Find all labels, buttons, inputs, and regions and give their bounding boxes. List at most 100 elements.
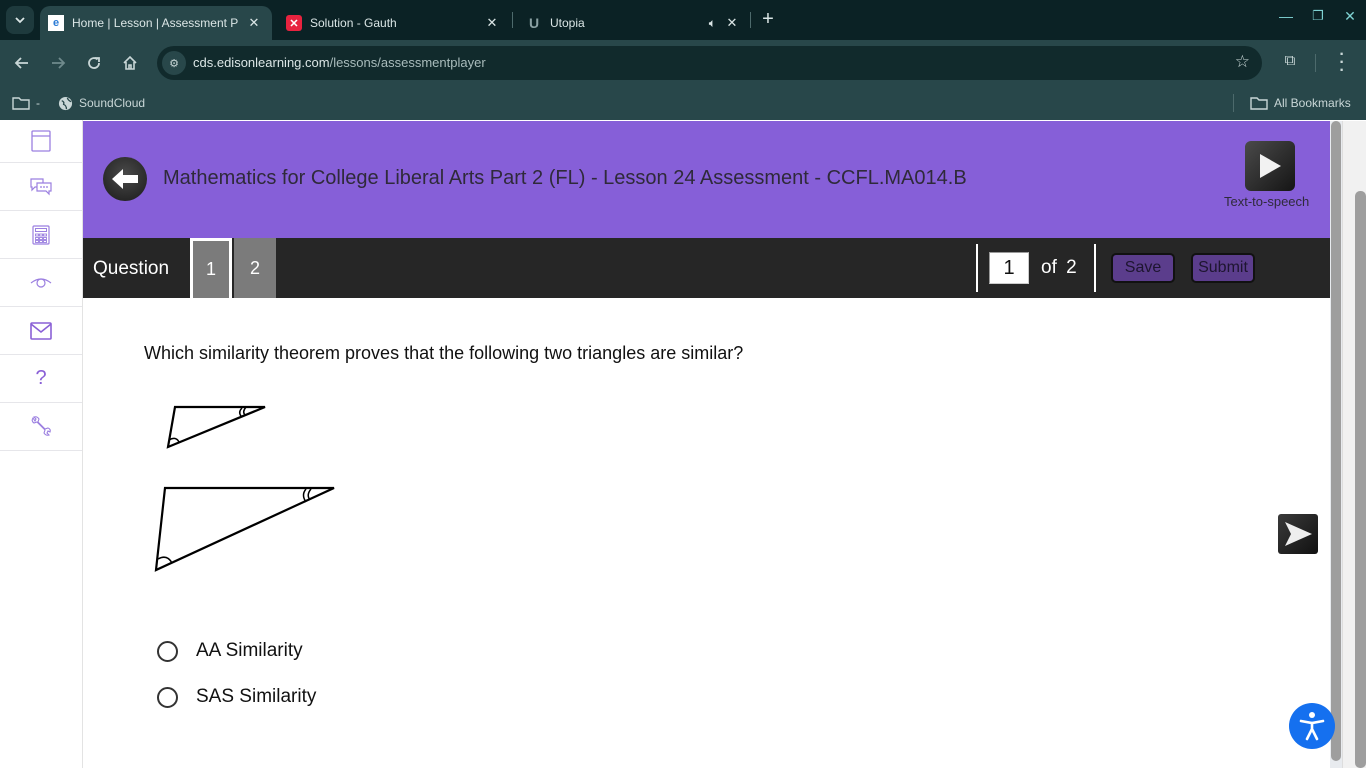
reload-icon[interactable] — [82, 51, 106, 75]
total-pages: 2 — [1066, 257, 1077, 278]
chat-icon — [30, 177, 52, 195]
text-to-speech-button[interactable] — [1245, 141, 1295, 191]
url-path: /lessons/assessmentplayer — [329, 55, 486, 70]
sidebar-item-mail[interactable] — [0, 307, 82, 355]
question-text: Which similarity theorem proves that the… — [144, 343, 744, 363]
utopia-icon: U — [528, 15, 540, 31]
bookmark-label: - — [36, 96, 40, 110]
sidebar-item-view[interactable] — [0, 259, 82, 307]
url-text[interactable]: cds.edisonlearning.com/lessons/assessmen… — [193, 55, 486, 70]
left-arrow-icon — [112, 169, 138, 189]
calculator-icon — [32, 224, 50, 245]
question-number-1[interactable]: 1 — [190, 238, 232, 298]
page-scrollbar[interactable] — [1342, 121, 1366, 768]
sidebar-item-messages[interactable] — [0, 163, 82, 211]
kebab-menu-icon[interactable]: · · · — [1336, 47, 1348, 79]
sidebar-item-help[interactable]: ? — [0, 355, 82, 403]
tab-edison[interactable]: e Home | Lesson | Assessment P ✕ — [40, 6, 272, 40]
submit-button[interactable]: Submit — [1191, 253, 1255, 283]
close-icon[interactable]: ✕ — [722, 15, 742, 31]
tab-title: Home | Lesson | Assessment P — [72, 16, 239, 30]
bookmark-star-icon[interactable]: ☆ — [1235, 52, 1250, 72]
speaker-icon[interactable]: 🔈︎ — [709, 16, 716, 31]
sidebar-item-tools[interactable] — [0, 403, 82, 451]
question-number-2[interactable]: 2 — [234, 238, 276, 298]
inner-scrollbar[interactable] — [1330, 121, 1342, 768]
minimize-icon[interactable]: — — [1276, 8, 1296, 24]
home-icon[interactable] — [118, 51, 142, 75]
notebook-icon — [31, 130, 51, 152]
browser-toolbar: ⚙ cds.edisonlearning.com/lessons/assessm… — [0, 40, 1366, 86]
sidebar-item-calculator[interactable] — [0, 211, 82, 259]
tab-title: Solution - Gauth — [310, 16, 397, 30]
window-close-icon[interactable]: ✕ — [1340, 8, 1360, 25]
restore-icon[interactable]: ❐ — [1308, 8, 1328, 24]
choice-sas-similarity[interactable]: SAS Similarity — [157, 686, 316, 708]
accessibility-icon — [1299, 712, 1325, 741]
tab-title: Utopia — [550, 16, 585, 30]
all-bookmarks-button[interactable]: All Bookmarks — [1250, 93, 1351, 113]
page-number-input[interactable] — [989, 252, 1029, 284]
play-icon — [1260, 154, 1281, 178]
gauth-icon: ✕ — [286, 15, 302, 31]
small-triangle — [166, 405, 266, 449]
folder-icon — [12, 97, 30, 110]
question-content: Which similarity theorem proves that the… — [83, 298, 1330, 768]
choice-label: AA Similarity — [196, 640, 303, 661]
page-title: Mathematics for College Liberal Arts Par… — [163, 167, 967, 189]
back-button[interactable] — [103, 157, 147, 201]
back-arrow-icon[interactable] — [10, 51, 34, 75]
large-triangle — [154, 486, 335, 572]
address-bar[interactable]: ⚙ cds.edisonlearning.com/lessons/assessm… — [157, 46, 1262, 80]
toolbar-separator — [1315, 54, 1316, 72]
eye-icon — [30, 277, 52, 288]
similar-triangles-figure — [154, 405, 335, 572]
tab-separator — [750, 12, 751, 28]
bookmark-label: SoundCloud — [79, 96, 146, 110]
inner-scrollbar-thumb[interactable] — [1331, 121, 1341, 761]
tab-separator — [512, 12, 513, 28]
divider — [976, 244, 978, 292]
tab-utopia[interactable]: U Utopia 🔈︎ ✕ — [518, 6, 750, 40]
chevron-down-icon — [15, 17, 25, 24]
question-number-text: 2 — [249, 257, 260, 278]
of-text: of — [1041, 257, 1057, 278]
text-to-speech-label: Text-to-speech — [1224, 194, 1310, 209]
folder-icon — [1250, 97, 1268, 110]
forward-arrow-icon[interactable] — [46, 51, 70, 75]
close-icon[interactable]: ✕ — [482, 15, 502, 31]
bookmarks-bar: - SoundCloud All Bookmarks — [0, 86, 1366, 120]
save-button[interactable]: Save — [1111, 253, 1175, 283]
bookmark-folder[interactable]: - — [12, 93, 40, 113]
lesson-header: Mathematics for College Liberal Arts Par… — [83, 121, 1330, 238]
radio-button[interactable] — [157, 640, 178, 662]
sidebar-item-notebook[interactable] — [0, 120, 82, 163]
all-bookmarks-label: All Bookmarks — [1274, 96, 1351, 110]
next-question-button[interactable] — [1278, 514, 1318, 554]
tool-sidebar: ? — [0, 120, 83, 768]
bookmark-soundcloud[interactable]: SoundCloud — [58, 93, 145, 113]
question-navigation-bar: Question 1 2 of 2 Save Submit — [83, 238, 1330, 298]
site-settings-icon[interactable]: ⚙ — [162, 51, 186, 75]
extensions-puzzle-icon[interactable]: ⧉ — [1280, 52, 1300, 72]
globe-icon — [58, 96, 73, 110]
accessibility-button[interactable] — [1289, 703, 1335, 749]
wrench-icon — [31, 415, 51, 436]
radio-button[interactable] — [157, 686, 178, 708]
edison-e-icon: e — [48, 15, 64, 31]
question-number-text: 1 — [205, 259, 216, 279]
tab-search-button[interactable] — [6, 6, 34, 34]
close-icon[interactable]: ✕ — [244, 15, 264, 31]
next-arrow-icon — [1285, 522, 1312, 546]
page-scrollbar-thumb[interactable] — [1355, 191, 1366, 768]
browser-tab-bar: e Home | Lesson | Assessment P ✕ ✕ Solut… — [0, 0, 1366, 40]
tab-gauth[interactable]: ✕ Solution - Gauth ✕ — [278, 6, 510, 40]
new-tab-button[interactable]: + — [758, 8, 778, 32]
choice-label: SAS Similarity — [196, 686, 317, 707]
url-host: cds.edisonlearning.com — [193, 55, 330, 70]
choice-aa-similarity[interactable]: AA Similarity — [157, 640, 303, 662]
question-label: Question — [93, 258, 170, 279]
bookmarks-separator — [1233, 94, 1234, 112]
divider — [1094, 244, 1096, 292]
page-total: of 2 — [1041, 257, 1077, 279]
